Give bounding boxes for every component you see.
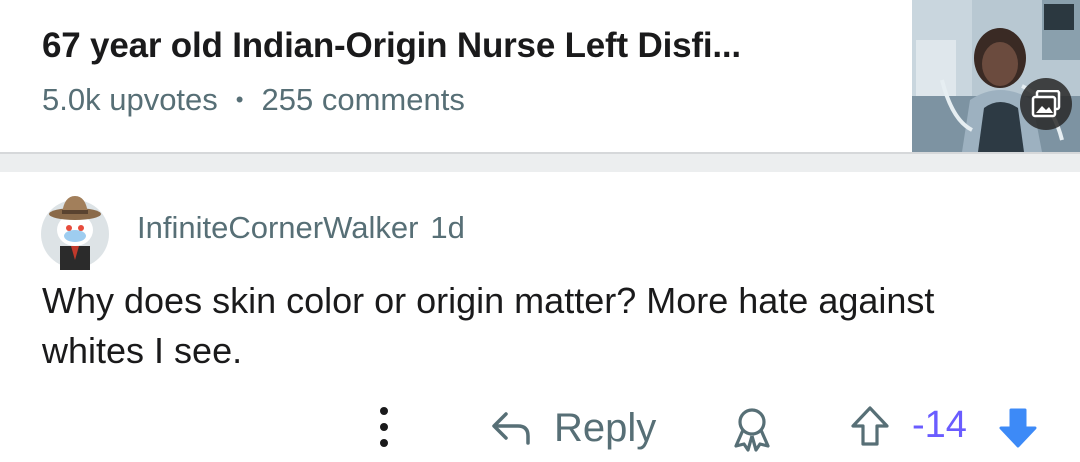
section-divider [0,152,1080,172]
avatar[interactable] [40,190,110,270]
comment-timestamp: 1d [430,210,465,245]
downvote-arrow-icon[interactable] [996,404,1040,450]
vote-count: -14 [912,404,967,446]
reply-label: Reply [554,405,657,450]
comment-author[interactable]: InfiniteCornerWalker [137,210,418,245]
reply-arrow-icon [492,412,530,445]
comment-author-line: InfiniteCornerWalker 1d [137,210,465,246]
upvote-arrow-icon[interactable] [848,404,892,450]
post-header[interactable]: 67 year old Indian-Origin Nurse Left Dis… [0,0,1080,152]
gallery-icon [1020,78,1072,130]
comment-body: Why does skin color or origin matter? Mo… [42,280,935,371]
vertical-dots-icon[interactable] [372,404,396,450]
reddit-comment-view: 67 year old Indian-Origin Nurse Left Dis… [0,0,1080,462]
thumbnail-image [912,0,1080,152]
upvote-count: 5.0k upvotes [42,82,218,117]
comment-actions: Reply -14 [0,398,1080,458]
post-title[interactable]: 67 year old Indian-Origin Nurse Left Dis… [42,26,872,66]
award-icon[interactable] [730,406,774,452]
post-thumbnail[interactable] [912,0,1080,152]
meta-separator: • [235,87,244,112]
post-meta: 5.0k upvotes • 255 comments [42,82,465,118]
comment-count[interactable]: 255 comments [262,82,465,118]
reply-button[interactable]: Reply [490,400,656,456]
comment: InfiniteCornerWalker 1d Why does skin col… [0,172,1080,462]
